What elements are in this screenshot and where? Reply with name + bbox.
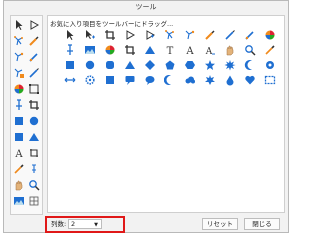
pose-select-icon[interactable] (13, 67, 27, 81)
pose-edit-icon[interactable] (184, 29, 198, 43)
landscape-icon[interactable] (13, 195, 27, 209)
triangle-blue-icon[interactable] (28, 131, 42, 145)
square-blue-icon[interactable] (13, 131, 27, 145)
text-a-small-icon[interactable]: A (204, 44, 218, 58)
crescent-icon[interactable] (244, 59, 258, 73)
square-blue-icon[interactable] (13, 115, 27, 129)
landscape-icon[interactable] (84, 44, 98, 58)
available-tools-panel: お気に入り項目をツールバーにドラッグ... T A A (47, 15, 285, 213)
hand-icon[interactable] (13, 179, 27, 193)
frame-icon[interactable] (264, 74, 278, 88)
text-a-icon[interactable]: A (184, 44, 198, 58)
pen-icon[interactable] (28, 67, 42, 81)
circle-blue-icon[interactable] (28, 115, 42, 129)
magnify-icon[interactable] (244, 44, 258, 58)
splash-icon[interactable] (204, 74, 218, 88)
svg-text:T: T (167, 46, 174, 56)
speech-bubble-icon[interactable] (124, 74, 138, 88)
triangle-blue-icon[interactable] (124, 59, 138, 73)
pin-icon[interactable] (13, 99, 27, 113)
pin-icon[interactable] (64, 44, 78, 58)
cloud-icon[interactable] (184, 74, 198, 88)
pose-icon[interactable] (164, 29, 178, 43)
speech-bubble-round-icon[interactable] (144, 74, 158, 88)
gear-icon[interactable] (264, 59, 278, 73)
brush-small-icon[interactable] (244, 29, 258, 43)
color-wheel-icon[interactable] (104, 44, 118, 58)
rounded-square-icon[interactable] (104, 59, 118, 73)
drag-hint: お気に入り項目をツールバーにドラッグ... (50, 20, 174, 28)
toolbar-preview-column[interactable]: A (10, 15, 43, 215)
drop-icon[interactable] (224, 74, 238, 88)
star-icon[interactable] (204, 59, 218, 73)
transform-icon[interactable] (28, 83, 42, 97)
magnify-icon[interactable] (28, 179, 42, 193)
cursor-icon[interactable] (64, 29, 78, 43)
circle-blue-icon[interactable] (84, 59, 98, 73)
pin-small-icon[interactable] (28, 163, 42, 177)
close-button[interactable]: 閉じる (244, 218, 280, 230)
crop-icon[interactable] (28, 99, 42, 113)
pose-edit-icon[interactable] (13, 51, 27, 65)
crescent-left-icon[interactable] (164, 74, 178, 88)
pipette-icon[interactable] (13, 163, 27, 177)
play-filled-icon[interactable] (144, 29, 158, 43)
arrows-icon[interactable] (64, 74, 78, 88)
burst-icon[interactable] (224, 59, 238, 73)
diamond-icon[interactable] (144, 59, 158, 73)
hand-icon[interactable] (224, 44, 238, 58)
cursor-plus-icon[interactable] (84, 29, 98, 43)
text-a-icon[interactable]: A (13, 147, 27, 161)
tool-marker-icon[interactable] (13, 19, 27, 33)
svg-text:A: A (185, 46, 194, 56)
svg-text:A: A (205, 47, 213, 56)
color-wheel-icon[interactable] (264, 29, 278, 43)
play-outline-icon[interactable] (124, 29, 138, 43)
columns-highlight-box (45, 216, 125, 233)
crop-icon[interactable] (124, 44, 138, 58)
hexagon-icon[interactable] (184, 59, 198, 73)
crop-small-icon[interactable] (28, 147, 42, 161)
dialog-title: ツール (135, 3, 157, 11)
triangle-blue-icon[interactable] (144, 44, 158, 58)
brush-icon[interactable] (28, 35, 42, 49)
play-outline-icon[interactable] (28, 19, 42, 33)
text-t-icon[interactable]: T (164, 44, 178, 58)
svg-text:A: A (14, 149, 23, 159)
brush-icon[interactable] (204, 29, 218, 43)
gear-small-icon[interactable] (84, 74, 98, 88)
pentagon-icon[interactable] (164, 59, 178, 73)
heart-icon[interactable] (244, 74, 258, 88)
reset-button[interactable]: リセット (202, 218, 238, 230)
pen-icon[interactable] (224, 29, 238, 43)
grid-icon[interactable] (28, 195, 42, 209)
brush-small-icon[interactable] (28, 51, 42, 65)
crop-icon[interactable] (104, 29, 118, 43)
square-blue-icon[interactable] (104, 74, 118, 88)
square-blue-icon[interactable] (64, 59, 78, 73)
dialog-footer: 列数: 2 ▼ リセット 閉じる (4, 215, 288, 234)
tools-dialog: ツール A お気に入り項目をツールバーにドラッグ... T A A 列数: 2 ▼ … (3, 0, 289, 233)
pipette-icon[interactable] (264, 44, 278, 58)
pose-icon[interactable] (13, 35, 27, 49)
color-wheel-icon[interactable] (13, 83, 27, 97)
